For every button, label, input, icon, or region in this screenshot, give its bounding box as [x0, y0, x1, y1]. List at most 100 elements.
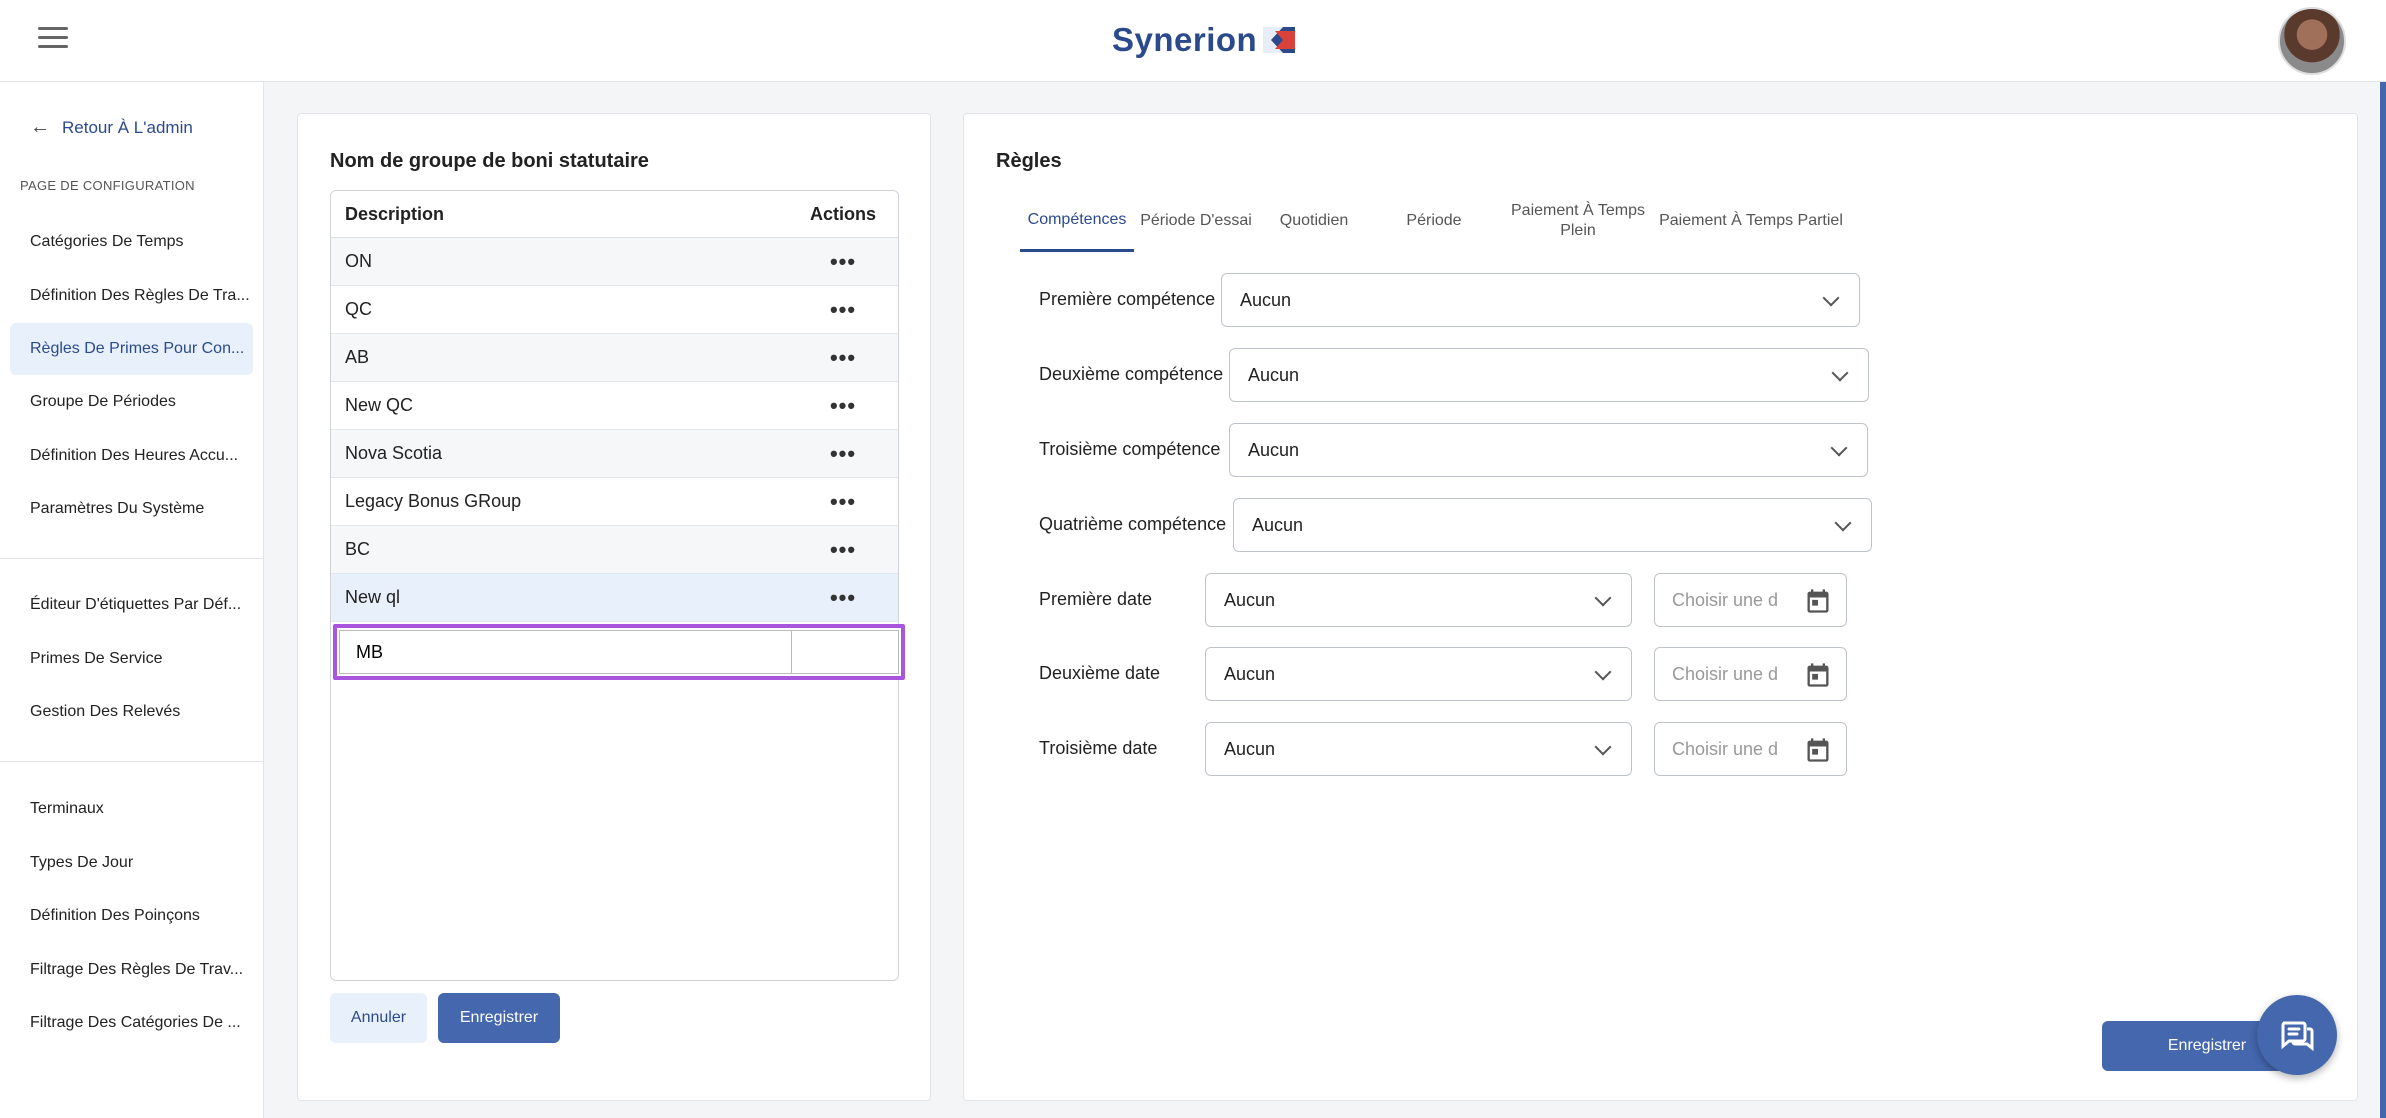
- chat-icon: [2281, 1021, 2314, 1052]
- troisieme-date-input[interactable]: Choisir une d: [1654, 722, 1847, 776]
- row-description: Nova Scotia: [345, 443, 443, 463]
- new-row-description-input[interactable]: [339, 630, 791, 674]
- arrow-left-icon: ←: [30, 116, 50, 138]
- sidebar-item-primes-service[interactable]: Primes De Service: [10, 633, 253, 685]
- sidebar-item-filtrage-categories[interactable]: Filtrage Des Catégories De ...: [10, 997, 253, 1049]
- deuxieme-date-select[interactable]: Aucun: [1205, 647, 1632, 701]
- premiere-competence-select[interactable]: Aucun: [1221, 273, 1860, 327]
- more-actions-icon[interactable]: •••: [788, 441, 898, 467]
- tab-paiement-temps-plein[interactable]: Paiement À Temps Plein: [1498, 190, 1658, 252]
- chevron-down-icon: [1831, 364, 1849, 382]
- back-to-admin-link[interactable]: ← Retour À L'admin: [30, 116, 193, 139]
- save-group-button[interactable]: Enregistrer: [438, 993, 560, 1043]
- table-row-selected[interactable]: New ql •••: [331, 574, 898, 622]
- troisieme-date-label: Troisième date: [1039, 738, 1158, 758]
- logo-mark-icon: [1263, 27, 1296, 53]
- premiere-date-input[interactable]: Choisir une d: [1654, 573, 1847, 627]
- sidebar-item-parametres-systeme[interactable]: Paramètres Du Système: [10, 483, 253, 535]
- sidebar-item-definition-regles[interactable]: Définition Des Règles De Tra...: [10, 270, 253, 322]
- tab-periode-essai[interactable]: Période D'essai: [1134, 190, 1258, 252]
- more-actions-icon[interactable]: •••: [788, 537, 898, 563]
- more-actions-icon[interactable]: •••: [788, 393, 898, 419]
- table-row[interactable]: Legacy Bonus GRoup •••: [331, 478, 898, 526]
- sidebar-section-title: PAGE DE CONFIGURATION: [20, 178, 195, 193]
- select-value: Aucun: [1248, 364, 1300, 385]
- select-value: Aucun: [1224, 589, 1276, 610]
- troisieme-competence-label: Troisième compétence: [1039, 439, 1221, 459]
- table-row[interactable]: QC •••: [331, 286, 898, 334]
- tab-periode[interactable]: Période: [1370, 190, 1498, 252]
- more-actions-icon[interactable]: •••: [788, 345, 898, 371]
- quatrieme-competence-select[interactable]: Aucun: [1233, 498, 1872, 552]
- chevron-down-icon: [1834, 514, 1852, 532]
- group-table: Description Actions ON ••• QC ••• AB ••• Ne…: [330, 190, 899, 981]
- chevron-down-icon: [1594, 663, 1612, 681]
- new-row-actions-cell: [791, 630, 899, 674]
- table-row[interactable]: Nova Scotia •••: [331, 430, 898, 478]
- select-value: Aucun: [1248, 439, 1300, 460]
- troisieme-competence-select[interactable]: Aucun: [1229, 423, 1868, 477]
- premiere-date-label: Première date: [1039, 589, 1153, 609]
- tab-quotidien[interactable]: Quotidien: [1258, 190, 1370, 252]
- sidebar-item-definition-heures[interactable]: Définition Des Heures Accu...: [10, 430, 253, 482]
- sidebar-divider: [0, 761, 264, 762]
- chevron-down-icon: [1594, 589, 1612, 607]
- row-description: Legacy Bonus GRoup: [345, 491, 522, 511]
- more-actions-icon[interactable]: •••: [788, 489, 898, 515]
- back-link-label: Retour À L'admin: [62, 117, 193, 137]
- sidebar-divider: [0, 558, 264, 559]
- column-actions: Actions: [809, 203, 876, 224]
- row-description: QC: [345, 299, 372, 319]
- deuxieme-competence-select[interactable]: Aucun: [1229, 348, 1869, 402]
- premiere-date-select[interactable]: Aucun: [1205, 573, 1632, 627]
- chat-support-button[interactable]: [2257, 995, 2337, 1075]
- deuxieme-competence-label: Deuxième compétence: [1039, 364, 1224, 384]
- scrollbar[interactable]: [2380, 82, 2386, 1118]
- tab-competences[interactable]: Compétences: [1020, 190, 1134, 252]
- rules-panel-title: Règles: [996, 150, 1062, 172]
- date-placeholder: Choisir une d: [1672, 589, 1779, 610]
- sidebar-item-groupe-periodes[interactable]: Groupe De Périodes: [10, 376, 253, 428]
- calendar-icon[interactable]: [1804, 661, 1832, 689]
- logo-text: Synerion: [1112, 21, 1258, 58]
- sidebar-item-gestion-releves[interactable]: Gestion Des Relevés: [10, 686, 253, 738]
- troisieme-date-select[interactable]: Aucun: [1205, 722, 1632, 776]
- sidebar-item-editeur-etiquettes[interactable]: Éditeur D'étiquettes Par Déf...: [10, 579, 253, 631]
- group-panel-title: Nom de groupe de boni statutaire: [330, 150, 649, 172]
- user-avatar[interactable]: [2278, 7, 2346, 75]
- table-row[interactable]: New QC •••: [331, 382, 898, 430]
- column-description: Description: [345, 203, 445, 224]
- table-header: Description Actions: [331, 191, 898, 238]
- select-value: Aucun: [1240, 289, 1292, 310]
- sidebar-item-regles-primes[interactable]: Règles De Primes Pour Con...: [10, 323, 253, 375]
- chevron-down-icon: [1594, 738, 1612, 756]
- sidebar-item-categories-temps[interactable]: Catégories De Temps: [10, 216, 253, 268]
- cancel-button[interactable]: Annuler: [330, 993, 427, 1043]
- date-placeholder: Choisir une d: [1672, 663, 1779, 684]
- table-row[interactable]: AB •••: [331, 334, 898, 382]
- tab-paiement-temps-partiel[interactable]: Paiement À Temps Partiel: [1658, 190, 1844, 252]
- more-actions-icon[interactable]: •••: [788, 297, 898, 323]
- save-rules-label: Enregistrer: [2167, 1037, 2247, 1054]
- deuxieme-date-label: Deuxième date: [1039, 663, 1161, 683]
- more-actions-icon[interactable]: •••: [788, 249, 898, 275]
- premiere-competence-label: Première compétence: [1039, 289, 1216, 309]
- quatrieme-competence-label: Quatrième compétence: [1039, 514, 1227, 534]
- table-row[interactable]: ON •••: [331, 238, 898, 286]
- sidebar-item-types-jour[interactable]: Types De Jour: [10, 837, 253, 889]
- top-header: Synerion: [0, 0, 2386, 82]
- deuxieme-date-input[interactable]: Choisir une d: [1654, 647, 1847, 701]
- group-list-panel: Nom de groupe de boni statutaire Descrip…: [297, 113, 931, 1101]
- more-actions-icon[interactable]: •••: [788, 585, 898, 611]
- table-row[interactable]: BC •••: [331, 526, 898, 574]
- calendar-icon[interactable]: [1804, 587, 1832, 615]
- sidebar-item-definition-poincons[interactable]: Définition Des Poinçons: [10, 890, 253, 942]
- calendar-icon[interactable]: [1804, 736, 1832, 764]
- hamburger-menu-icon[interactable]: [38, 27, 68, 51]
- sidebar-item-terminaux[interactable]: Terminaux: [10, 783, 253, 835]
- new-row-editor: [333, 624, 905, 680]
- synerion-logo: Synerion: [1112, 18, 1297, 62]
- chevron-down-icon: [1830, 439, 1848, 457]
- row-description: New ql: [345, 587, 401, 607]
- sidebar-item-filtrage-regles[interactable]: Filtrage Des Règles De Trav...: [10, 944, 253, 996]
